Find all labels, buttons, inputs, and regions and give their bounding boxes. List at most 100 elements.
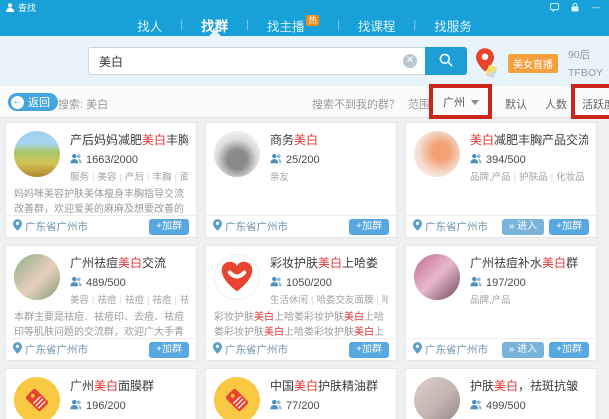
lock-icon[interactable] [570, 2, 580, 12]
tag-separator: | [120, 172, 122, 183]
group-card: 广州美白面膜群196/200 [5, 368, 197, 419]
back-button[interactable]: ← 返回 [8, 93, 58, 111]
tab-label: 找群 [201, 15, 228, 35]
group-tag[interactable]: 亲友 [270, 172, 289, 183]
group-tag[interactable]: 服务 [70, 172, 89, 183]
hot-tag[interactable]: 90后 [568, 49, 590, 61]
enter-group-button[interactable]: » 进入 [502, 219, 544, 235]
group-title[interactable]: 广州美白面膜群 [70, 377, 188, 395]
group-tag[interactable]: 品牌,产品 [470, 295, 511, 306]
tag-separator: | [551, 172, 553, 183]
city-value: 广州 [443, 94, 465, 110]
enter-group-button[interactable]: » 进入 [502, 342, 544, 358]
members-icon [70, 153, 82, 167]
highlighted-keyword: 美白 [344, 312, 364, 323]
group-tag[interactable]: 品牌,产品 [470, 172, 511, 183]
group-title[interactable]: 商务美白 [270, 131, 388, 149]
card-info: 彩妆护肤美白上哈娄1050/200生活休闲|哈娄交友面膜|哈娄星|... [270, 254, 388, 307]
group-tag[interactable]: 哈娄星 [382, 295, 388, 306]
group-tag[interactable]: 美容 [70, 295, 89, 306]
highlighted-keyword: 美白 [94, 379, 118, 393]
group-tag[interactable]: 祛痘 [180, 295, 188, 306]
join-group-button[interactable]: +加群 [149, 219, 189, 235]
group-tag[interactable]: 化妆品 [556, 172, 585, 183]
clear-search-icon[interactable]: ✕ [403, 54, 417, 68]
city-dropdown[interactable]: 广州 [432, 92, 490, 112]
group-avatar-photo-face [414, 131, 460, 177]
group-tag[interactable]: 产后 [125, 172, 144, 183]
hot-tag[interactable]: TFBOY [568, 67, 603, 79]
group-title[interactable]: 护肤美白，祛斑抗皱 [470, 377, 588, 395]
group-members: 25/200 [270, 152, 388, 167]
members-icon [470, 399, 482, 413]
cant-find-group-link[interactable]: 搜索不到我的群？ [312, 96, 400, 112]
member-count: 394/500 [486, 154, 526, 166]
group-tag[interactable]: 哈娄交友面膜 [316, 295, 373, 306]
minimize-button[interactable]: — [591, 2, 601, 12]
text-segment: 产后妈妈减肥 [70, 133, 142, 147]
group-avatar-photo-people [214, 131, 260, 177]
nearby-location-icon[interactable] [476, 48, 494, 78]
text-segment: 交流 [142, 256, 166, 270]
sort-activity[interactable]: 活跃度 [582, 96, 609, 112]
tab-find-streamer[interactable]: 找主播热 [265, 14, 321, 36]
group-tag[interactable]: 生活休闲 [270, 295, 308, 306]
text-segment: 彩妆护肤 [214, 312, 254, 323]
highlighted-keyword: 美白 [142, 133, 166, 147]
location-text: 广东省广州市 [225, 219, 288, 234]
member-count: 1663/2000 [86, 154, 138, 166]
card-buttons: » 进入 +加群 [502, 219, 589, 235]
text-segment: 上哈娄 [342, 256, 378, 270]
search-button[interactable] [425, 47, 467, 75]
group-title[interactable]: 彩妆护肤美白上哈娄 [270, 254, 388, 272]
group-tag[interactable]: 祛痘 [125, 295, 144, 306]
group-tag[interactable]: 祛痘 [97, 295, 116, 306]
card-info: 广州祛痘美白交流489/500美容|祛痘|祛痘|祛痘|祛痘|... [70, 254, 188, 307]
group-avatar-logo-tag [14, 377, 60, 419]
card-info: 广州祛痘补水美白群197/200品牌,产品 [470, 254, 588, 307]
tab-find-people[interactable]: 找人 [135, 14, 164, 36]
sort-default[interactable]: 默认 [505, 96, 527, 112]
group-tag[interactable]: 护肤品 [519, 172, 548, 183]
sort-members[interactable]: 人数 [545, 96, 567, 112]
group-tag[interactable]: 面膜 [180, 172, 188, 183]
highlighted-keyword: 美白 [294, 379, 318, 393]
highlighted-keyword: 美白 [542, 256, 566, 270]
join-group-button[interactable]: +加群 [549, 219, 589, 235]
member-count: 489/500 [86, 277, 126, 289]
members-icon [270, 399, 282, 413]
group-tag[interactable]: 祛痘 [152, 295, 171, 306]
live-badge[interactable]: 美女直播 [508, 54, 558, 73]
join-group-button[interactable]: +加群 [149, 342, 189, 358]
tab-separator: | [180, 19, 183, 31]
filter-bar: ← 返回 搜索: 美白 搜索不到我的群？ 范围 广州 默认 人数 活跃度 [0, 86, 609, 118]
join-group-button[interactable]: +加群 [349, 219, 389, 235]
highlighted-keyword: 美白 [118, 256, 142, 270]
group-title[interactable]: 广州祛痘美白交流 [70, 254, 188, 272]
tab-find-service[interactable]: 找服务 [432, 14, 474, 36]
join-group-button[interactable]: +加群 [549, 342, 589, 358]
group-title[interactable]: 中国美白护肤精油群 [270, 377, 388, 395]
tab-find-group[interactable]: 找群 [199, 14, 230, 36]
card-buttons: » 进入 +加群 [502, 342, 589, 358]
card-info: 广州美白面膜群196/200 [70, 377, 188, 419]
group-title[interactable]: 产后妈妈减肥美白丰胸 [70, 131, 188, 149]
text-segment: 面膜群 [118, 379, 154, 393]
group-title[interactable]: 广州祛痘补水美白群 [470, 254, 588, 272]
group-avatar-photo-lady-green [14, 254, 60, 300]
card-footer: 广东省广州市» 进入+加群 [406, 338, 596, 360]
titlebar: 查找 — [0, 0, 609, 14]
tab-label: 找服务 [434, 16, 472, 35]
group-members: 1663/2000 [70, 152, 188, 167]
tab-find-course[interactable]: 找课程 [356, 14, 398, 36]
group-tag[interactable]: 丰胸 [152, 172, 171, 183]
tag-separator: | [174, 295, 176, 306]
card-top: 护肤美白，祛斑抗皱499/500 [406, 369, 596, 419]
group-tag[interactable]: 美容 [97, 172, 116, 183]
highlighted-keyword: 美白 [494, 379, 518, 393]
search-query-label: 搜索: 美白 [58, 96, 108, 112]
message-icon[interactable] [549, 2, 559, 12]
search-input[interactable] [88, 47, 425, 75]
join-group-button[interactable]: +加群 [349, 342, 389, 358]
group-title[interactable]: 美白减肥丰胸产品交流 [470, 131, 588, 149]
